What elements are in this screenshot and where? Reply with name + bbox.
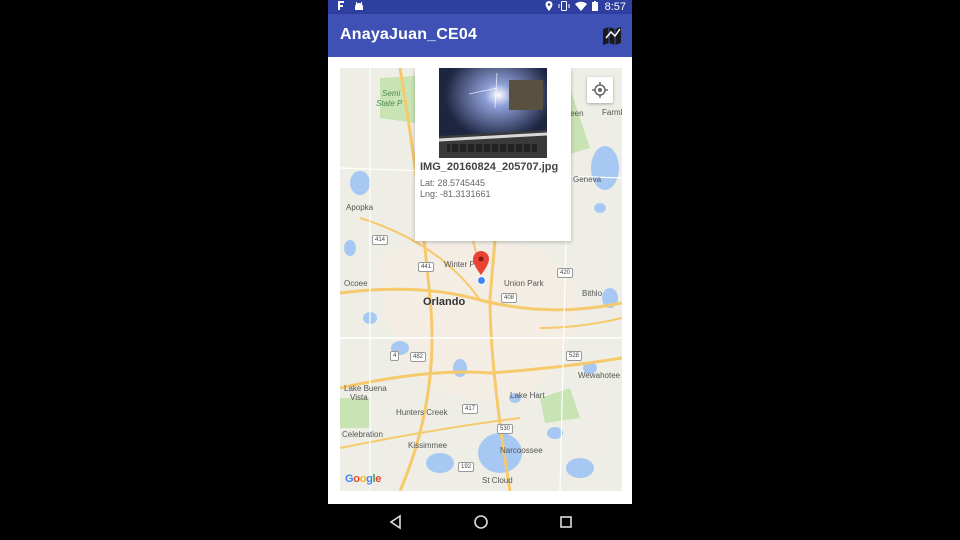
- vibrate-icon: [558, 0, 570, 14]
- battery-icon: [591, 0, 598, 14]
- location-icon: [545, 0, 553, 14]
- map-label: Lake Buena: [344, 384, 387, 393]
- road-shield: 482: [410, 352, 427, 362]
- road-shield: 420: [557, 268, 574, 278]
- status-bar: 8:57: [328, 0, 632, 14]
- map-label: Lake Hart: [510, 391, 545, 400]
- photo-latitude: Lat: 28.5745445: [420, 178, 486, 188]
- map-label: Union Park: [504, 279, 544, 288]
- google-logo: Google: [345, 473, 382, 485]
- phone-screen: 8:57 AnayaJuan_CE04 Semi State P teen Fa…: [328, 0, 632, 540]
- road-shield: 530: [497, 424, 514, 434]
- map-view[interactable]: Semi State P teen Farml Geneva Apopka Wi…: [340, 68, 622, 491]
- map-label: Hunters Creek: [396, 408, 448, 417]
- map-label: Ocoee: [344, 279, 368, 288]
- main-content: Semi State P teen Farml Geneva Apopka Wi…: [328, 57, 632, 504]
- road-shield: 4: [390, 351, 400, 361]
- clock: 8:57: [604, 1, 626, 13]
- current-location-dot: [477, 276, 486, 285]
- map-label: St Cloud: [482, 476, 513, 485]
- android-debug-icon: [354, 1, 364, 14]
- road-shield: 192: [458, 462, 475, 472]
- map-label: Farml: [602, 108, 622, 117]
- road-shield: 417: [462, 404, 479, 414]
- map-label: State P: [376, 99, 403, 108]
- road-shield: 414: [372, 235, 389, 245]
- map-label: Apopka: [346, 203, 374, 212]
- map-label: Kissimmee: [408, 441, 448, 450]
- photo-file-name: IMG_20160824_205707.jpg: [420, 161, 559, 173]
- navigation-bar: [328, 504, 632, 540]
- app-bar: AnayaJuan_CE04: [328, 14, 632, 57]
- wifi-icon: [574, 1, 587, 14]
- map-icon[interactable]: [600, 24, 624, 48]
- my-location-button[interactable]: [587, 77, 613, 103]
- home-icon[interactable]: [473, 514, 489, 530]
- map-label: Orlando: [423, 296, 466, 308]
- photo-thumbnail: [439, 68, 547, 158]
- map-pin-icon[interactable]: [473, 251, 489, 275]
- recents-icon[interactable]: [558, 514, 574, 530]
- back-icon[interactable]: [388, 514, 404, 530]
- app-notification-icon: [336, 0, 346, 14]
- road-shield: 441: [418, 262, 435, 272]
- road-shield: 408: [501, 293, 518, 303]
- photo-longitude: Lng: -81.3131661: [420, 189, 491, 199]
- marker-info-window[interactable]: IMG_20160824_205707.jpg Lat: 28.5745445 …: [415, 68, 571, 241]
- map-label: Narcoossee: [500, 446, 543, 455]
- map-label: Semi: [382, 89, 401, 98]
- map-label: Winter P: [444, 260, 475, 269]
- map-label: Celebration: [342, 430, 383, 439]
- map-label: Vista: [350, 393, 368, 402]
- app-title: AnayaJuan_CE04: [340, 26, 478, 43]
- map-label: Wewahotee: [578, 371, 621, 380]
- road-shield: 528: [566, 351, 583, 361]
- map-label: Geneva: [573, 175, 602, 184]
- map-label: Bithlo: [582, 289, 603, 298]
